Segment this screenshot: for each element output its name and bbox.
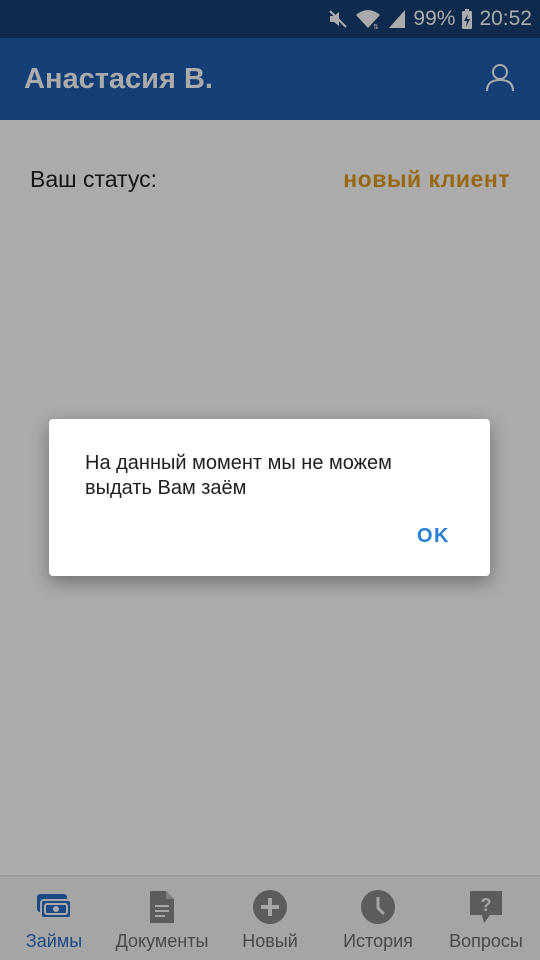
ok-button[interactable]: OK	[417, 525, 450, 548]
alert-dialog: На данный момент мы не можем выдать Вам …	[49, 419, 490, 576]
dialog-message: На данный момент мы не можем выдать Вам …	[85, 452, 392, 499]
